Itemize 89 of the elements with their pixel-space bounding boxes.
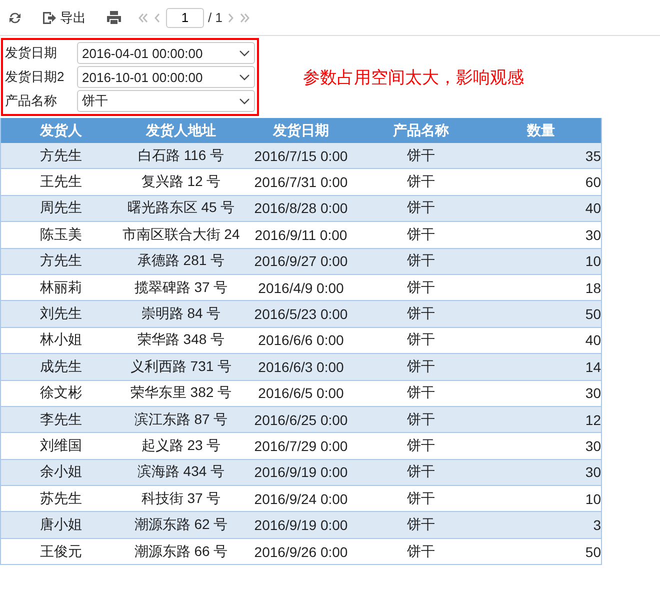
table-cell: 曙光路东区 45 号 (121, 195, 241, 222)
column-header: 产品名称 (361, 118, 481, 143)
parameter-label: 发货日期 (5, 44, 58, 62)
first-page-icon[interactable] (138, 12, 148, 24)
table-cell: 2016/6/5 0:00 (241, 380, 361, 406)
table-cell: 2016/9/26 0:00 (241, 538, 361, 565)
table-cell: 饼干 (361, 432, 481, 460)
table-cell: 刘先生 (1, 300, 121, 328)
table-cell: 饼干 (361, 143, 481, 169)
table-cell: 30 (481, 459, 601, 486)
export-icon (42, 10, 57, 24)
table-cell: 2016/8/28 0:00 (241, 195, 361, 222)
table-cell: 30 (481, 222, 601, 248)
table-cell: 饼干 (361, 512, 481, 538)
table-cell: 饼干 (361, 222, 481, 248)
table-cell: 方先生 (1, 143, 121, 169)
table-cell: 2016/9/19 0:00 (241, 459, 361, 486)
table-cell: 王先生 (1, 168, 121, 196)
column-header: 发货人 (1, 118, 121, 143)
export-button[interactable]: 导出 (42, 8, 86, 26)
table-cell: 2016/6/25 0:00 (241, 406, 361, 433)
table-cell: 2016/7/15 0:00 (241, 143, 361, 169)
parameter-label: 产品名称 (5, 92, 58, 110)
column-header: 发货人地址 (121, 118, 241, 143)
last-page-icon[interactable] (240, 12, 250, 24)
table-cell: 2016/7/31 0:00 (241, 168, 361, 196)
refresh-icon[interactable] (8, 10, 22, 24)
page-number-field[interactable]: 1 (166, 8, 204, 28)
table-cell: 2016/9/11 0:00 (241, 222, 361, 248)
table-cell: 陈玉美 (1, 222, 121, 248)
table-cell: 30 (481, 380, 601, 406)
table-cell: 12 (481, 406, 601, 433)
table-cell: 饼干 (361, 354, 481, 380)
table-cell: 50 (481, 538, 601, 565)
table-cell: 白石路 116 号 (121, 143, 241, 169)
table-cell: 唐小姐 (1, 512, 121, 538)
table-cell: 复兴路 12 号 (121, 168, 241, 196)
print-icon[interactable] (106, 10, 122, 25)
page-total: / 1 (208, 10, 222, 25)
annotation-text: 参数占用空间太大，影响观感 (303, 66, 524, 88)
table-cell: 14 (481, 354, 601, 380)
table-cell: 王俊元 (1, 538, 121, 565)
table-cell: 起义路 23 号 (121, 432, 241, 460)
chevron-down-icon (239, 98, 250, 104)
table-cell: 35 (481, 143, 601, 169)
previous-page-icon[interactable] (152, 12, 162, 24)
table-cell: 2016/7/29 0:00 (241, 432, 361, 460)
table-cell: 成先生 (1, 354, 121, 380)
table-cell: 徐文彬 (1, 380, 121, 406)
table-cell: 饼干 (361, 406, 481, 433)
parameter-dropdown[interactable]: 饼干 (77, 90, 255, 112)
table-cell: 2016/6/3 0:00 (241, 354, 361, 380)
table-cell: 饼干 (361, 300, 481, 328)
table-cell: 滨海路 434 号 (121, 459, 241, 486)
table-cell: 余小姐 (1, 459, 121, 486)
table-cell: 3 (481, 512, 601, 538)
table-cell: 周先生 (1, 195, 121, 222)
table-cell: 饼干 (361, 459, 481, 486)
table-cell: 2016/9/19 0:00 (241, 512, 361, 538)
table-cell: 李先生 (1, 406, 121, 433)
table-cell: 饼干 (361, 380, 481, 406)
chevron-down-icon (239, 50, 250, 56)
table-cell: 承德路 281 号 (121, 248, 241, 274)
table-cell: 10 (481, 248, 601, 274)
chevron-down-icon (239, 74, 250, 80)
table-cell: 饼干 (361, 168, 481, 196)
table-cell: 30 (481, 432, 601, 460)
parameter-dropdown[interactable]: 2016-04-01 00:00:00 (77, 42, 255, 64)
table-cell: 潮源东路 66 号 (121, 538, 241, 565)
table-cell: 2016/5/23 0:00 (241, 300, 361, 328)
table-cell: 刘维国 (1, 432, 121, 460)
table-cell: 市南区联合大街 24 (121, 222, 241, 248)
parameter-label: 发货日期2 (5, 68, 66, 86)
table-cell: 滨江东路 87 号 (121, 406, 241, 433)
column-header: 发货日期 (241, 118, 361, 143)
table-cell: 饼干 (361, 538, 481, 565)
column-header: 数量 (481, 118, 601, 143)
parameter-dropdown[interactable]: 2016-10-01 00:00:00 (77, 66, 255, 88)
table-cell: 方先生 (1, 248, 121, 274)
table-cell: 荣华东里 382 号 (121, 380, 241, 406)
table-cell: 崇明路 84 号 (121, 300, 241, 328)
table-cell: 饼干 (361, 248, 481, 274)
table-cell: 50 (481, 300, 601, 328)
table-cell: 60 (481, 168, 601, 196)
table-cell: 饼干 (361, 195, 481, 222)
table-cell: 40 (481, 195, 601, 222)
table-cell: 潮源东路 62 号 (121, 512, 241, 538)
table-cell: 义利西路 731 号 (121, 354, 241, 380)
table-cell: 2016/9/27 0:00 (241, 248, 361, 274)
